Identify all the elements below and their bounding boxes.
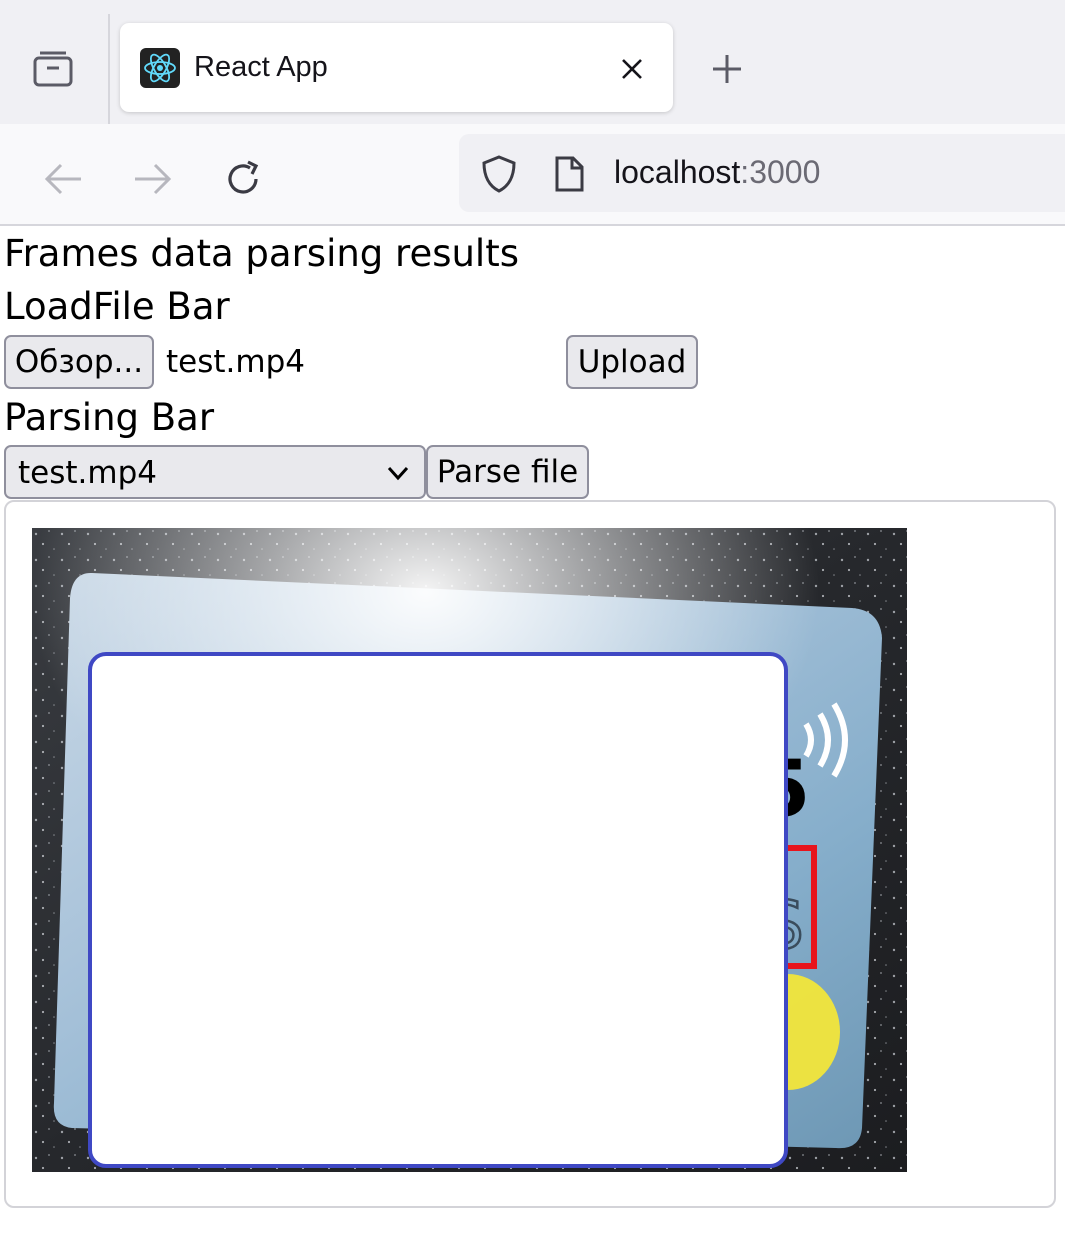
tab-strip: React App bbox=[0, 0, 1065, 124]
tab-list-icon bbox=[33, 51, 73, 87]
tab-close-button[interactable] bbox=[612, 49, 652, 89]
tab-list-button[interactable] bbox=[26, 42, 80, 96]
react-logo-icon bbox=[140, 48, 180, 88]
plus-icon bbox=[713, 55, 741, 83]
back-button[interactable] bbox=[36, 152, 90, 206]
upload-button[interactable]: Upload bbox=[566, 335, 698, 389]
reload-icon bbox=[228, 160, 259, 194]
tab-title: React App bbox=[194, 51, 328, 83]
video-frame-image: 5 S bbox=[32, 528, 907, 1172]
frame-results-panel: 5 S bbox=[4, 500, 1056, 1208]
page-icon[interactable] bbox=[549, 154, 589, 194]
selected-file-name: test.mp4 bbox=[166, 344, 305, 380]
url-host: localhost bbox=[614, 154, 741, 190]
navigation-toolbar: localhost:3000 bbox=[0, 124, 1065, 226]
loadfile-heading: LoadFile Bar bbox=[4, 285, 230, 328]
url-bar[interactable]: localhost:3000 bbox=[459, 134, 1065, 212]
back-arrow-icon bbox=[44, 163, 81, 195]
page-title: Frames data parsing results bbox=[4, 232, 520, 275]
frame-overlay-box bbox=[88, 652, 788, 1168]
reload-button[interactable] bbox=[216, 152, 270, 206]
file-select[interactable]: test.mp4 bbox=[4, 445, 426, 499]
url-port: :3000 bbox=[740, 154, 821, 190]
url-text[interactable]: localhost:3000 bbox=[614, 154, 820, 191]
parsing-heading: Parsing Bar bbox=[4, 396, 215, 439]
close-icon bbox=[622, 59, 642, 79]
new-tab-button[interactable] bbox=[700, 42, 754, 96]
tab-react-app[interactable]: React App bbox=[120, 23, 673, 112]
forward-button[interactable] bbox=[126, 152, 180, 206]
tab-separator bbox=[108, 14, 110, 124]
file-select-value: test.mp4 bbox=[18, 455, 157, 491]
chevron-down-icon bbox=[387, 466, 409, 481]
parse-file-button[interactable]: Parse file bbox=[426, 445, 589, 499]
forward-arrow-icon bbox=[135, 163, 172, 195]
shield-icon[interactable] bbox=[479, 154, 519, 194]
browse-button[interactable]: Обзор... bbox=[4, 335, 154, 389]
